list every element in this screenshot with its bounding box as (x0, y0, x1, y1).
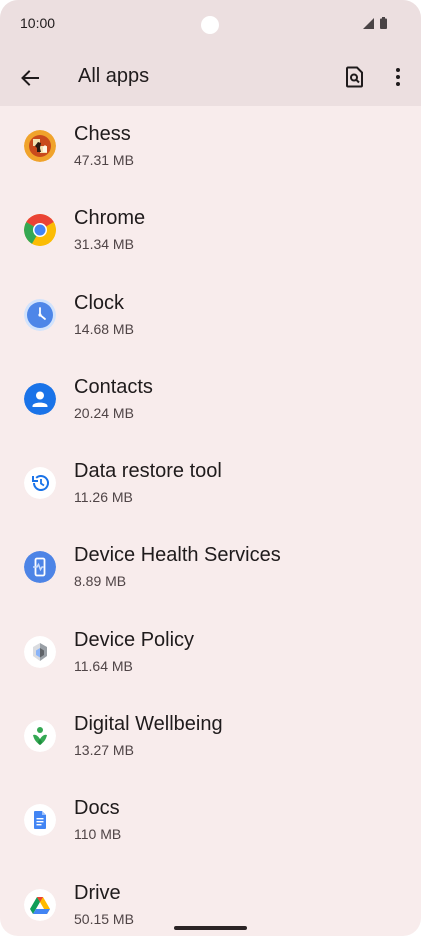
app-name: Clock (74, 291, 125, 314)
clock-icon (24, 298, 56, 331)
drive-icon (24, 888, 56, 921)
arrow-back-icon (21, 70, 39, 86)
app-name: Data restore tool (74, 460, 222, 483)
app-size: 14.68 MB (74, 320, 134, 337)
phone-screen: 10:00 All apps Chess 47.31 MB Chrome 31.… (0, 0, 421, 936)
chrome-icon (24, 214, 56, 247)
status-icons (361, 16, 391, 30)
camera-cutout-icon (201, 16, 219, 34)
app-size: 8.89 MB (74, 573, 127, 590)
list-item-docs[interactable]: Docs 110 MB (0, 780, 421, 864)
cellular-signal-icon (363, 18, 374, 29)
app-name: Drive (74, 881, 121, 904)
battery-icon (380, 17, 387, 29)
chess-icon (24, 130, 56, 162)
page-title: All apps (78, 65, 150, 87)
app-size: 47.31 MB (74, 152, 134, 168)
app-name: Digital Wellbeing (74, 713, 223, 736)
gesture-nav-handle[interactable] (174, 926, 247, 930)
list-item-digital-wellbeing[interactable]: Digital Wellbeing 13.27 MB (0, 696, 421, 780)
list-item-chess[interactable]: Chess 47.31 MB (0, 106, 421, 190)
list-item-chrome[interactable]: Chrome 31.34 MB (0, 190, 421, 274)
app-size: 11.64 MB (74, 657, 133, 674)
data-restore-icon (24, 467, 56, 500)
app-name: Device Policy (74, 628, 195, 651)
app-name: Chess (74, 123, 131, 145)
app-name: Contacts (74, 375, 153, 398)
contacts-icon (24, 382, 56, 415)
back-button[interactable] (14, 62, 46, 94)
app-bar: All apps (0, 50, 421, 106)
list-item-data-restore-tool[interactable]: Data restore tool 11.26 MB (0, 443, 421, 527)
app-size: 110 MB (74, 826, 122, 843)
device-health-icon (24, 551, 56, 584)
search-icon (346, 66, 363, 88)
docs-icon (24, 804, 56, 837)
list-item-clock[interactable]: Clock 14.68 MB (0, 275, 421, 359)
app-name: Device Health Services (74, 544, 281, 567)
status-bar: 10:00 (0, 0, 421, 50)
list-item-contacts[interactable]: Contacts 20.24 MB (0, 359, 421, 443)
search-apps-button[interactable] (340, 62, 370, 92)
more-vert-icon (396, 68, 400, 86)
app-size: 13.27 MB (74, 742, 134, 759)
app-size: 31.34 MB (74, 236, 134, 253)
digital-wellbeing-icon (24, 720, 56, 753)
list-item-device-policy[interactable]: Device Policy 11.64 MB (0, 612, 421, 696)
status-time: 10:00 (20, 15, 56, 31)
app-name: Docs (74, 797, 120, 820)
app-size: 20.24 MB (74, 404, 134, 421)
app-size: 11.26 MB (74, 489, 133, 506)
more-options-button[interactable] (386, 62, 410, 92)
device-policy-icon (24, 635, 56, 668)
list-item-device-health-services[interactable]: Device Health Services 8.89 MB (0, 527, 421, 611)
app-size: 50.15 MB (74, 910, 134, 927)
app-list: Chess 47.31 MB Chrome 31.34 MB Clock 14.… (0, 106, 421, 936)
app-name: Chrome (74, 207, 146, 230)
